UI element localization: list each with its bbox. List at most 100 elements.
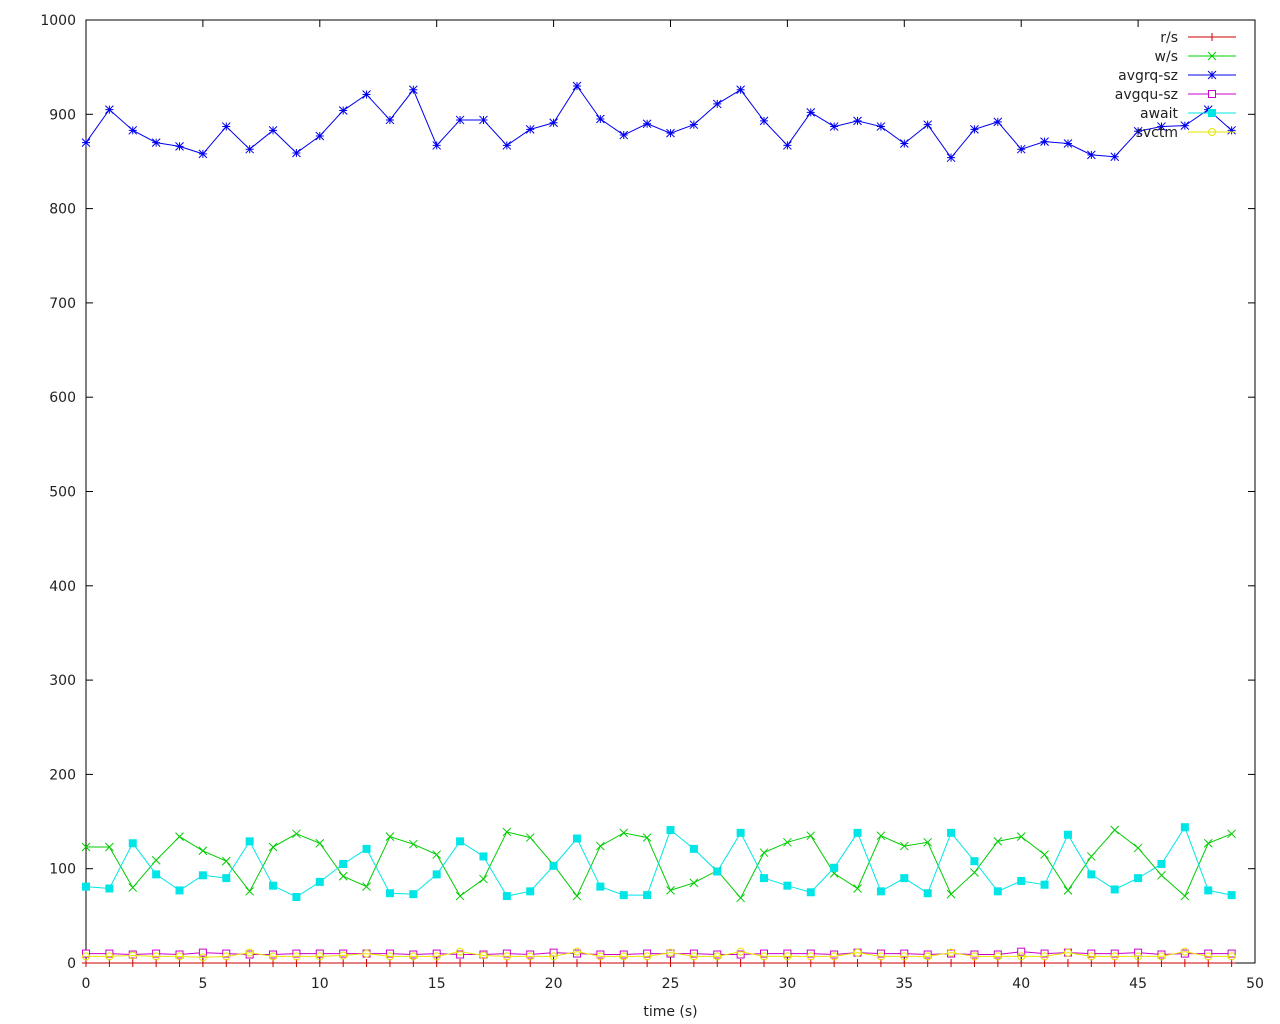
- data-point: [479, 959, 488, 967]
- data-point: [1016, 144, 1026, 154]
- data-point: [362, 90, 371, 99]
- data-point: [362, 959, 371, 967]
- data-point: [549, 118, 558, 128]
- y-tick-label: 0: [67, 956, 76, 972]
- data-point: [806, 888, 815, 897]
- data-point: [853, 884, 862, 893]
- data-point: [1110, 885, 1119, 894]
- data-point: [198, 149, 208, 159]
- data-point: [128, 883, 138, 892]
- data-point: [128, 839, 137, 848]
- data-point: [362, 882, 371, 891]
- data-point: [1180, 121, 1190, 130]
- y-tick-label: 200: [49, 767, 76, 783]
- data-point: [689, 878, 699, 888]
- data-point: [525, 125, 535, 134]
- data-point: [619, 828, 629, 838]
- data-point: [900, 874, 909, 883]
- data-point: [1203, 838, 1213, 848]
- data-point: [549, 861, 558, 870]
- data-point: [783, 881, 792, 890]
- data-point: [876, 122, 886, 131]
- data-point: [1110, 152, 1120, 162]
- data-point: [946, 153, 956, 163]
- data-point: [128, 125, 138, 135]
- legend-swatch-marker: [1207, 70, 1217, 80]
- x-tick-label: 0: [82, 976, 91, 992]
- x-tick-label: 40: [1012, 976, 1030, 992]
- data-point: [876, 831, 886, 841]
- data-point: [339, 959, 348, 967]
- x-tick-label: 10: [311, 976, 329, 992]
- data-point: [1040, 880, 1049, 889]
- data-point: [946, 889, 956, 899]
- data-point: [923, 120, 933, 130]
- series-avgrq-sz: [81, 81, 1236, 163]
- data-point: [408, 839, 418, 849]
- data-point: [479, 852, 488, 861]
- data-point: [1086, 150, 1096, 160]
- data-point: [1227, 125, 1236, 135]
- data-point: [1227, 891, 1236, 900]
- data-point: [175, 142, 184, 151]
- data-point: [81, 138, 91, 147]
- data-point: [479, 115, 488, 125]
- data-point: [1157, 870, 1166, 880]
- data-point: [1040, 137, 1049, 147]
- data-point: [666, 959, 675, 967]
- data-point: [829, 122, 839, 131]
- data-point: [642, 833, 652, 842]
- x-tick-label: 30: [778, 976, 796, 992]
- data-point: [432, 141, 442, 150]
- data-point: [151, 855, 161, 865]
- data-point: [315, 877, 324, 886]
- data-point: [1157, 859, 1166, 868]
- data-point: [432, 870, 441, 879]
- legend: r/s w/s avgrq-sz avgqu-sz await svctm: [1115, 30, 1236, 141]
- data-point: [221, 122, 231, 131]
- plot-frame: [85, 19, 1256, 964]
- series-line: [85, 85, 1232, 159]
- data-point: [221, 856, 231, 866]
- x-tick-label: 45: [1129, 976, 1147, 992]
- data-point: [175, 886, 184, 895]
- legend-label: svctm: [1136, 125, 1178, 141]
- x-tick-label: 50: [1246, 976, 1264, 992]
- data-point: [619, 130, 629, 140]
- data-point: [713, 867, 722, 876]
- data-point: [175, 832, 184, 841]
- series-group: [81, 81, 1236, 967]
- legend-label: await: [1140, 106, 1178, 122]
- data-point: [1040, 850, 1049, 859]
- data-point: [479, 874, 488, 884]
- data-point: [1016, 832, 1026, 841]
- x-tick-label: 25: [662, 976, 680, 992]
- data-point: [970, 857, 979, 866]
- data-point: [268, 125, 278, 135]
- y-tick-label: 100: [49, 862, 76, 878]
- data-point: [689, 120, 699, 130]
- legend-swatch-marker: [1208, 109, 1216, 117]
- data-point: [993, 836, 1003, 846]
- data-point: [876, 887, 885, 896]
- data-point: [830, 863, 839, 872]
- series-line: [85, 826, 1232, 898]
- data-point: [128, 959, 137, 967]
- data-point: [572, 891, 582, 901]
- data-point: [619, 891, 628, 900]
- legend-label: r/s: [1160, 30, 1178, 46]
- data-point: [572, 959, 581, 967]
- data-point: [456, 959, 465, 967]
- data-point: [502, 892, 511, 901]
- data-point: [502, 827, 512, 837]
- data-point: [853, 828, 862, 837]
- data-point: [82, 882, 90, 891]
- data-point: [105, 884, 114, 893]
- data-point: [923, 889, 932, 898]
- data-point: [362, 844, 371, 853]
- data-point: [572, 81, 582, 91]
- y-tick-label: 1000: [40, 13, 76, 29]
- x-tick-label: 35: [895, 976, 913, 992]
- x-tick-label: 20: [545, 976, 563, 992]
- data-point: [456, 837, 465, 846]
